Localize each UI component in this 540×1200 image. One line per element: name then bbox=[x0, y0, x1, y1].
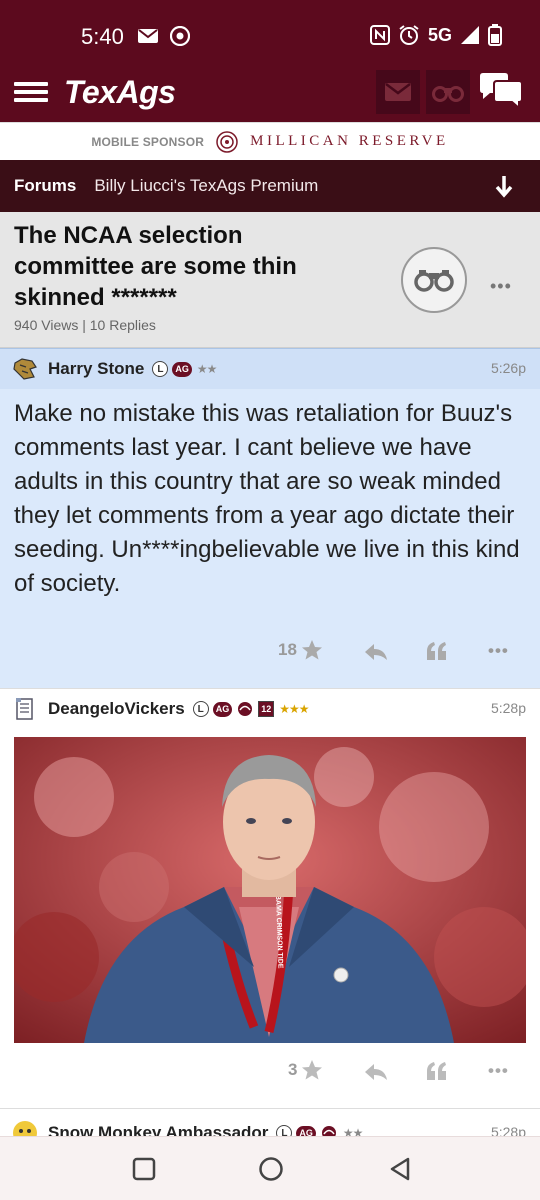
status-bar: 5:40 5G bbox=[0, 0, 540, 70]
post-actions: 18 ••• bbox=[0, 639, 540, 679]
star-count: 18 bbox=[278, 640, 297, 659]
arrow-down-icon[interactable] bbox=[494, 174, 514, 198]
sponsor-name: MILLICAN RESERVE bbox=[250, 133, 449, 149]
rank-stars: ★★ bbox=[196, 362, 217, 376]
badge-ag: AG bbox=[212, 701, 233, 717]
nfc-icon bbox=[369, 25, 390, 45]
battery-icon bbox=[488, 24, 502, 46]
star-icon bbox=[301, 640, 322, 660]
post-header: Snow Monkey Ambassador L AG ★★ 5:28p bbox=[0, 1113, 540, 1138]
badge-l: L bbox=[152, 361, 169, 377]
status-right-icons: 5G bbox=[369, 24, 502, 46]
forum-nav-bar: Forums Billy Liucci's TexAgs Premium bbox=[0, 160, 540, 212]
avatar-icon[interactable] bbox=[12, 696, 38, 722]
binoculars-icon bbox=[414, 270, 454, 292]
messages-button[interactable] bbox=[376, 70, 420, 114]
post-more-icon[interactable]: ••• bbox=[488, 1061, 509, 1081]
quote-button[interactable] bbox=[426, 641, 448, 661]
millican-logo-icon bbox=[216, 130, 238, 153]
alarm-icon bbox=[399, 25, 419, 45]
post-header: Harry Stone L AG ★★ 5:26p bbox=[0, 349, 540, 389]
reply-button[interactable] bbox=[364, 643, 388, 661]
watch-button[interactable] bbox=[426, 70, 470, 114]
forum-name-link[interactable]: Billy Liucci's TexAgs Premium bbox=[94, 176, 318, 196]
chrome-status-icon bbox=[170, 26, 190, 46]
post-header: DeangeloVickers L AG 12 ★★★ 5:28p bbox=[0, 689, 540, 729]
mobile-sponsor-banner[interactable]: MOBILE SPONSOR MILLICAN RESERVE bbox=[0, 122, 540, 160]
avatar-icon[interactable] bbox=[12, 356, 38, 382]
system-nav-bar bbox=[0, 1136, 540, 1200]
post: Harry Stone L AG ★★ 5:26p Make no mistak… bbox=[0, 348, 540, 688]
username[interactable]: Harry Stone bbox=[48, 359, 144, 379]
thread-header: The NCAA selection committee are some th… bbox=[0, 212, 540, 348]
rank-stars: ★★★ bbox=[279, 702, 309, 716]
status-left-icons bbox=[138, 26, 190, 46]
recents-icon[interactable] bbox=[130, 1155, 158, 1183]
quote-button[interactable] bbox=[426, 1061, 448, 1081]
back-icon[interactable] bbox=[386, 1155, 414, 1183]
quote-icon bbox=[427, 642, 446, 660]
post-more-icon[interactable]: ••• bbox=[488, 641, 509, 661]
texags-logo[interactable]: TexAgs bbox=[64, 74, 176, 111]
crest-badge-icon bbox=[238, 702, 253, 716]
thread-title: The NCAA selection committee are some th… bbox=[14, 222, 297, 311]
post: Snow Monkey Ambassador L AG ★★ 5:28p bbox=[0, 1108, 540, 1138]
badge-ag: AG bbox=[172, 361, 192, 377]
username[interactable]: DeangeloVickers bbox=[48, 699, 185, 719]
badge-12: 12 bbox=[258, 701, 275, 717]
star-button[interactable]: 3 bbox=[288, 1059, 323, 1081]
post-time: 5:26p bbox=[490, 360, 526, 376]
reply-icon bbox=[365, 1064, 387, 1080]
reply-button[interactable] bbox=[364, 1063, 388, 1081]
network-label: 5G bbox=[427, 24, 452, 45]
forums-link[interactable]: Forums bbox=[14, 176, 76, 196]
thread-more-icon[interactable]: ••• bbox=[490, 276, 512, 297]
star-button[interactable]: 18 bbox=[278, 639, 323, 661]
home-icon[interactable] bbox=[257, 1155, 285, 1183]
badge-l: L bbox=[192, 701, 209, 717]
chat-icon[interactable] bbox=[478, 72, 524, 112]
quote-icon bbox=[427, 1062, 446, 1080]
star-count: 3 bbox=[288, 1060, 298, 1079]
post: DeangeloVickers L AG 12 ★★★ 5:28p BAMA C… bbox=[0, 688, 540, 1108]
app-header: TexAgs bbox=[0, 70, 540, 122]
thread-meta: 940 Views | 10 Replies bbox=[14, 317, 156, 333]
menu-icon[interactable] bbox=[14, 78, 48, 108]
binoculars-icon bbox=[432, 86, 464, 102]
post-time: 5:28p bbox=[490, 700, 526, 716]
sponsor-label: MOBILE SPONSOR bbox=[91, 134, 205, 149]
watch-thread-button[interactable] bbox=[401, 247, 467, 313]
post-actions: 3 ••• bbox=[0, 1059, 540, 1099]
star-icon bbox=[302, 1060, 323, 1080]
post-image[interactable]: BAMA CRIMSON TIDE bbox=[14, 737, 526, 1043]
status-time: 5:40 bbox=[81, 24, 124, 49]
reply-icon bbox=[365, 644, 387, 660]
envelope-icon bbox=[385, 83, 411, 101]
signal-icon bbox=[461, 26, 479, 44]
mail-status-icon bbox=[138, 29, 158, 43]
post-body: Make no mistake this was retaliation for… bbox=[14, 400, 520, 597]
